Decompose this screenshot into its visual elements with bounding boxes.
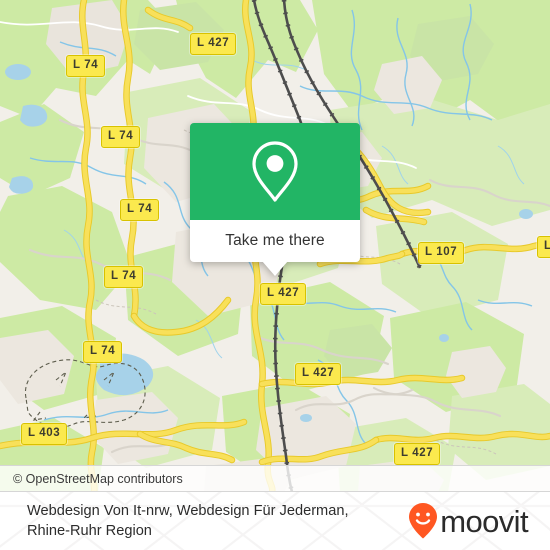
map-attribution-bar: © OpenStreetMap contributors [0, 465, 550, 492]
road-shield[interactable]: L 74 [101, 126, 141, 148]
callout-action-area[interactable]: Take me there [190, 220, 360, 276]
moovit-wordmark: moovit [440, 503, 528, 539]
location-callout-card[interactable]: Take me there [190, 123, 360, 276]
moovit-logo[interactable]: moovit [408, 502, 536, 540]
road-shield[interactable]: L 427 [394, 443, 441, 465]
road-shield[interactable]: L 74 [83, 341, 123, 363]
footer-bar: Webdesign Von It-nrw, Webdesign Für Jede… [0, 492, 550, 550]
take-me-there-label: Take me there [225, 232, 325, 249]
attribution-text: © OpenStreetMap contributors [13, 471, 183, 486]
road-shield[interactable]: L 74 [66, 55, 106, 77]
road-shield[interactable]: L 427 [260, 283, 307, 305]
page-title-line-2: Rhine-Ruhr Region [27, 523, 152, 539]
map-pin-icon [252, 140, 298, 202]
road-shield[interactable]: L 403 [21, 423, 68, 445]
road-shield[interactable]: L 427 [190, 33, 237, 55]
moovit-pin-smile-icon [409, 503, 438, 539]
road-shield[interactable]: L 74 [120, 199, 160, 221]
map-page: .forest { fill:#cdeaa4; } .grass { fill:… [0, 0, 550, 550]
road-shield[interactable]: L 107 [418, 242, 465, 264]
page-title: Webdesign Von It-nrw, Webdesign Für Jede… [27, 501, 349, 541]
map-canvas[interactable]: .forest { fill:#cdeaa4; } .grass { fill:… [0, 0, 550, 492]
road-shield-partial[interactable]: L [537, 236, 550, 258]
page-title-line-1: Webdesign Von It-nrw, Webdesign Für Jede… [27, 503, 349, 519]
callout-pin-area [190, 123, 360, 220]
road-shield[interactable]: L 74 [104, 266, 144, 288]
callout-pointer [262, 261, 288, 276]
road-shield[interactable]: L 427 [295, 363, 342, 385]
